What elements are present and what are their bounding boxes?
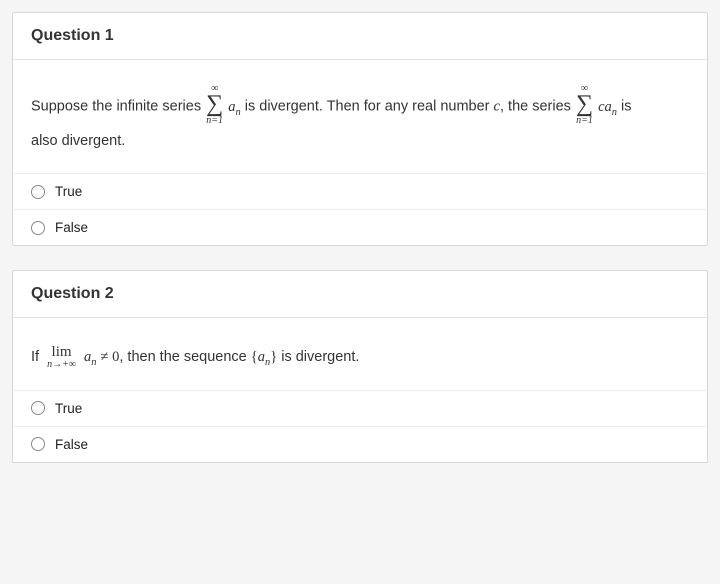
options: True False	[13, 390, 707, 462]
text: is	[621, 99, 631, 115]
text: , then the sequence	[119, 349, 246, 365]
question-card-1: Question 1 Suppose the infinite series ∞…	[12, 12, 708, 246]
option-label: True	[55, 184, 82, 199]
neq-zero: ≠ 0	[101, 349, 120, 365]
option-true[interactable]: True	[13, 391, 707, 427]
option-label: False	[55, 220, 88, 235]
question-title: Question 1	[13, 13, 707, 60]
term-an: an	[228, 99, 240, 115]
sum-bot: n=1	[206, 116, 223, 126]
sum-bot: n=1	[576, 116, 593, 126]
text: Suppose the infinite series	[31, 99, 201, 115]
summation-2: ∞ ∑ n=1	[576, 84, 593, 126]
brace-open: {	[251, 349, 258, 365]
set-an: an	[258, 349, 270, 365]
text: also divergent.	[31, 133, 125, 149]
option-true[interactable]: True	[13, 174, 707, 210]
radio-icon[interactable]	[31, 185, 45, 199]
sigma-icon: ∑	[576, 94, 593, 116]
sigma-icon: ∑	[206, 94, 223, 116]
question-card-2: Question 2 If lim n→+∞ an ≠ 0, then the …	[12, 270, 708, 463]
option-label: True	[55, 401, 82, 416]
option-false[interactable]: False	[13, 427, 707, 462]
limit: lim n→+∞	[47, 345, 76, 370]
question-statement: If lim n→+∞ an ≠ 0, then the sequence {a…	[13, 318, 707, 390]
text: If	[31, 349, 39, 365]
text: , the series	[500, 99, 571, 115]
text: is divergent.	[281, 349, 359, 365]
option-label: False	[55, 437, 88, 452]
options: True False	[13, 173, 707, 245]
brace-close: }	[270, 349, 277, 365]
option-false[interactable]: False	[13, 210, 707, 245]
summation-1: ∞ ∑ n=1	[206, 84, 223, 126]
lim-sub: n→+∞	[47, 360, 76, 370]
radio-icon[interactable]	[31, 221, 45, 235]
term-an: an	[84, 349, 96, 365]
lim-label: lim	[52, 345, 72, 360]
question-statement: Suppose the infinite series ∞ ∑ n=1 an i…	[13, 60, 707, 173]
term-can: can	[598, 99, 617, 115]
question-title: Question 2	[13, 271, 707, 318]
radio-icon[interactable]	[31, 401, 45, 415]
radio-icon[interactable]	[31, 437, 45, 451]
text: is divergent. Then for any real number	[245, 99, 490, 115]
